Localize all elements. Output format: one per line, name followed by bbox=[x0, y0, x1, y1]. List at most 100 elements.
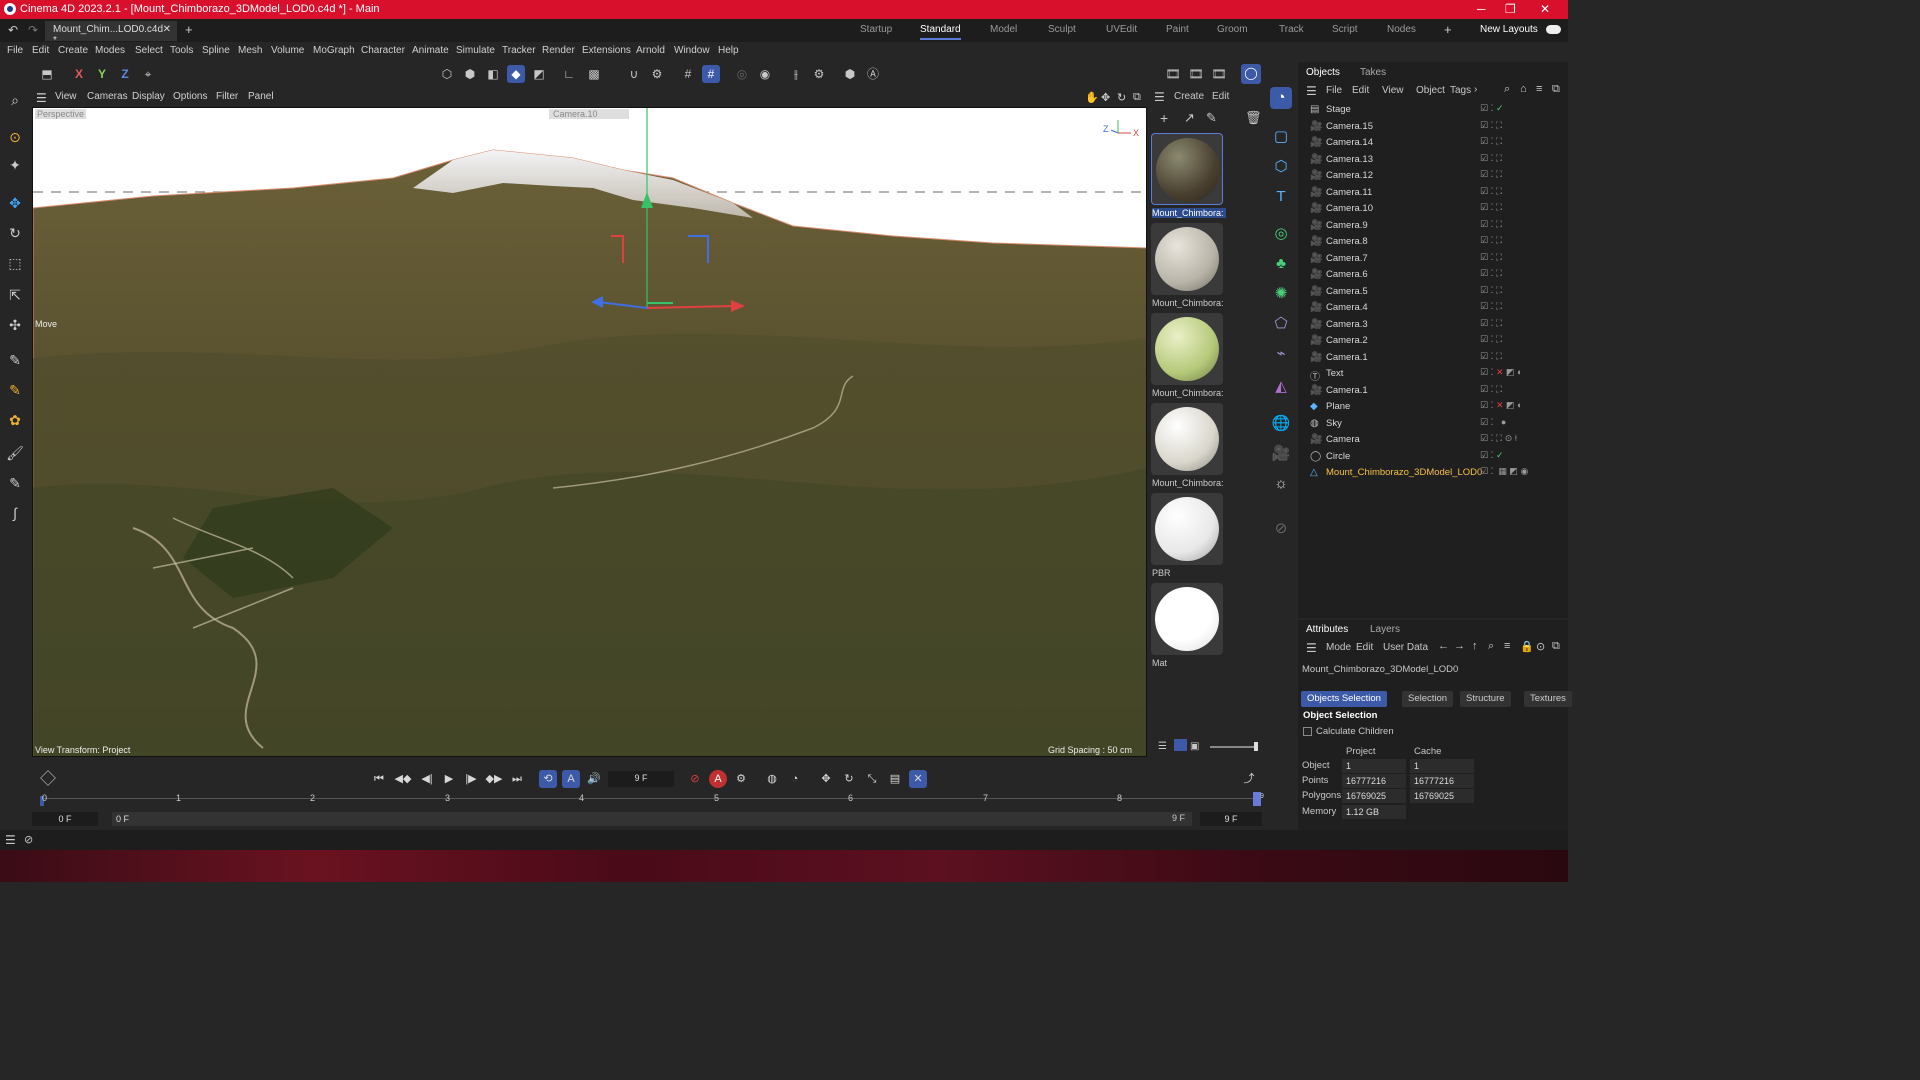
object-row-camera[interactable]: 🎥 Camera.9 ☑ ⁚ ⛶ bbox=[1306, 218, 1561, 234]
symmetry-settings-icon[interactable]: ⚙ bbox=[810, 65, 828, 83]
thumbnail-size-slider[interactable] bbox=[1210, 746, 1256, 748]
next-key-icon[interactable]: ◆▶ bbox=[485, 770, 503, 788]
camera-object-icon[interactable]: 🎥 bbox=[1270, 443, 1292, 465]
status-menu-icon[interactable]: ☰ bbox=[5, 833, 16, 847]
keyframe-settings-icon[interactable]: ⚙ bbox=[732, 770, 750, 788]
next-frame-icon[interactable]: |▶ bbox=[462, 770, 480, 788]
visibility-flags[interactable]: ☑ ⁚ ⛶ bbox=[1480, 235, 1560, 246]
visibility-flags[interactable]: ☑ ⁚ ⛶ bbox=[1480, 318, 1560, 329]
objects-menu-tags[interactable]: Tags bbox=[1450, 85, 1471, 96]
playback-rate-icon[interactable]: A bbox=[562, 770, 580, 788]
menu-create[interactable]: Create bbox=[58, 45, 88, 56]
search-icon[interactable]: ⌕ bbox=[5, 90, 25, 110]
material-swatch[interactable] bbox=[1151, 313, 1223, 385]
visibility-flags[interactable]: ☑ ⁚ ✓ bbox=[1480, 103, 1560, 114]
objects-menu-object[interactable]: Object bbox=[1416, 85, 1445, 96]
menu-character[interactable]: Character bbox=[361, 45, 405, 56]
paint-brush-icon[interactable]: 🖌 bbox=[5, 443, 25, 463]
material-swatch[interactable] bbox=[1151, 493, 1223, 565]
object-row-camera[interactable]: 🎥 Camera.14 ☑ ⁚ ⛶ bbox=[1306, 135, 1561, 151]
go-to-start-icon[interactable]: ⏮ bbox=[370, 770, 388, 788]
render-to-picture-viewer-icon[interactable]: 🎞 bbox=[1187, 65, 1205, 83]
menu-volume[interactable]: Volume bbox=[271, 45, 304, 56]
object-row-camera[interactable]: 🎥 Camera.7 ☑ ⁚ ⛶ bbox=[1306, 251, 1561, 267]
record-icon[interactable]: ⊘ bbox=[686, 770, 704, 788]
expand-icon[interactable]: ⧉ bbox=[1552, 83, 1560, 96]
sound-icon[interactable]: 🔊 bbox=[585, 770, 603, 788]
menu-arnold[interactable]: Arnold bbox=[636, 45, 665, 56]
material-hamburger-icon[interactable]: ☰ bbox=[1154, 90, 1165, 104]
calculate-children-checkbox[interactable] bbox=[1303, 727, 1312, 736]
layout-tab-uvedit[interactable]: UVEdit bbox=[1106, 24, 1137, 35]
object-row-sky[interactable]: ◍ Sky ☑ ⁚ ● bbox=[1306, 416, 1561, 432]
object-row-camera[interactable]: 🎥 Camera.8 ☑ ⁚ ⛶ bbox=[1306, 234, 1561, 250]
layout-tab-standard[interactable]: Standard bbox=[920, 24, 961, 40]
visibility-flags[interactable]: ☑ ⁚ ⛶ bbox=[1480, 252, 1560, 263]
tab-takes[interactable]: Takes bbox=[1360, 67, 1386, 78]
snap-settings-icon[interactable]: ⚙ bbox=[648, 65, 666, 83]
menu-tools[interactable]: Tools bbox=[170, 45, 193, 56]
texture-mode-icon[interactable]: ▩ bbox=[585, 65, 603, 83]
field-icon[interactable]: ⌁ bbox=[1270, 343, 1292, 365]
workplane-icon[interactable]: # bbox=[702, 65, 720, 83]
transform-tool-icon[interactable]: ⇱ bbox=[5, 285, 25, 305]
arnold-icon[interactable]: Ⓐ bbox=[864, 65, 882, 83]
tab-attributes[interactable]: Attributes bbox=[1306, 624, 1348, 635]
previous-key-icon[interactable]: ◀◆ bbox=[394, 770, 412, 788]
visibility-flags[interactable]: ☑ ⁚ ⛶ bbox=[1480, 301, 1560, 312]
material-swatch[interactable] bbox=[1151, 403, 1223, 475]
material-name[interactable]: Mat bbox=[1152, 658, 1226, 668]
visibility-flags[interactable]: ☑ ⁚ ⛶ bbox=[1480, 120, 1560, 131]
camera-frame-icon[interactable]: ⬒ bbox=[38, 65, 56, 83]
lock-icon[interactable]: 🔒 bbox=[1520, 640, 1534, 653]
render-view-icon[interactable]: ⬢ bbox=[841, 65, 859, 83]
object-row-camera[interactable]: 🎥 Camera.10 ☑ ⁚ ⛶ bbox=[1306, 201, 1561, 217]
visibility-flags[interactable]: ☑ ⁚ ⛶ bbox=[1480, 202, 1560, 213]
object-row-camera[interactable]: 🎥 Camera.11 ☑ ⁚ ⛶ bbox=[1306, 185, 1561, 201]
up-arrow-icon[interactable]: ↑ bbox=[1472, 640, 1478, 652]
viewport-hamburger-icon[interactable]: ☰ bbox=[36, 91, 47, 105]
render-settings-icon[interactable]: 🎞 bbox=[1210, 65, 1228, 83]
viewport-orbit-icon[interactable]: ↻ bbox=[1117, 91, 1126, 104]
objects-menu-view[interactable]: View bbox=[1382, 85, 1404, 96]
new-tab-icon[interactable]: + bbox=[185, 22, 193, 37]
attributes-menu-mode[interactable]: Mode bbox=[1326, 642, 1351, 653]
layout-tab-track[interactable]: Track bbox=[1279, 24, 1304, 35]
viewport-solo-icon[interactable]: ◔ bbox=[1270, 87, 1292, 109]
object-row-camera[interactable]: 🎥 Camera.2 ☑ ⁚ ⛶ bbox=[1306, 333, 1561, 349]
render-active-view-icon[interactable]: 🎞 bbox=[1164, 65, 1182, 83]
menu-tracker[interactable]: Tracker bbox=[502, 45, 536, 56]
attr-tab-selection[interactable]: Selection bbox=[1402, 691, 1454, 707]
close-tab-icon[interactable]: ✕ bbox=[163, 24, 171, 35]
attributes-hamburger-icon[interactable]: ☰ bbox=[1306, 641, 1317, 655]
object-row-camera[interactable]: 🎥 Camera ☑ ⁚ ⛶ ⊙ ⍿ bbox=[1306, 432, 1561, 448]
material-arrow-icon[interactable]: ↗ bbox=[1184, 110, 1195, 126]
autokey-icon[interactable]: A bbox=[709, 770, 727, 788]
previous-frame-icon[interactable]: ◀| bbox=[418, 770, 436, 788]
search-attributes-icon[interactable]: ⌕ bbox=[1488, 640, 1494, 653]
grid-icon[interactable]: # bbox=[679, 65, 697, 83]
nodes-icon[interactable]: ◭ bbox=[1270, 376, 1292, 398]
coordinate-system-icon[interactable]: ⌖ bbox=[139, 65, 157, 83]
menu-render[interactable]: Render bbox=[542, 45, 575, 56]
play-icon[interactable]: ▶ bbox=[440, 770, 458, 788]
spline-sketch-icon[interactable]: ∫ bbox=[5, 503, 25, 523]
3d-viewport[interactable]: X Z Perspective Camera.10 Move View Tran… bbox=[32, 107, 1147, 757]
visibility-flags[interactable]: ☑ ⁚ ⛶ ⊙ ⍿ bbox=[1480, 433, 1560, 444]
material-name[interactable]: Mount_Chimbora: bbox=[1152, 478, 1226, 488]
layout-tab-model[interactable]: Model bbox=[990, 24, 1017, 35]
visibility-flags[interactable]: ☑ ⁚ ⛶ bbox=[1480, 219, 1560, 230]
material-swatch[interactable] bbox=[1151, 583, 1223, 655]
settings-icon[interactable]: ⊙ bbox=[1536, 640, 1545, 653]
y-axis-toggle[interactable]: Y bbox=[93, 65, 111, 83]
close-icon[interactable]: ✕ bbox=[1540, 2, 1550, 16]
viewport-move-icon[interactable]: ✥ bbox=[1101, 91, 1110, 104]
layout-tab-paint[interactable]: Paint bbox=[1166, 24, 1189, 35]
object-row-camera[interactable]: 🎥 Camera.5 ☑ ⁚ ⛶ bbox=[1306, 284, 1561, 300]
z-axis-toggle[interactable]: Z bbox=[116, 65, 134, 83]
attributes-menu-edit[interactable]: Edit bbox=[1356, 642, 1373, 653]
object-row-circle[interactable]: ◯ Circle ☑ ⁚ ✓ bbox=[1306, 449, 1561, 465]
auto-keying-icon[interactable]: ◔ bbox=[786, 770, 804, 788]
active-camera-label[interactable]: Camera.10 bbox=[549, 109, 629, 119]
viewport-pan-icon[interactable]: ✋ bbox=[1085, 91, 1099, 104]
